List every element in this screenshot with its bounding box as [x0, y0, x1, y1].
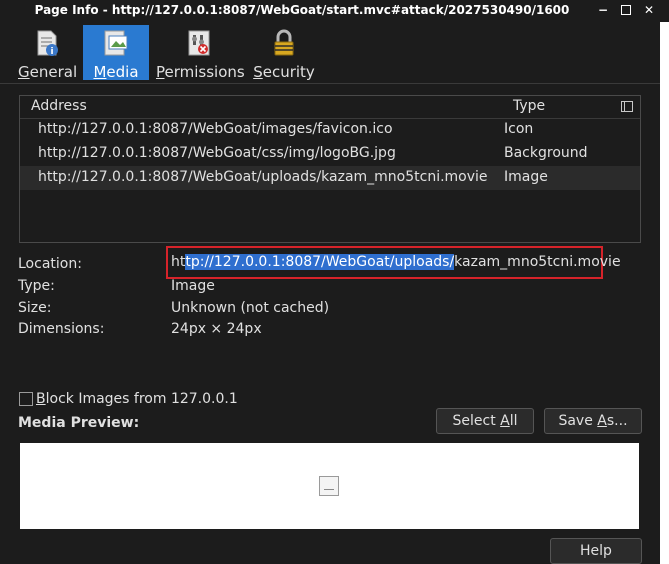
type-value: Image	[171, 278, 215, 294]
tab-bar: i General Media Permissions Security	[0, 22, 660, 82]
tab-media-label: edia	[106, 63, 139, 81]
size-label: Size:	[18, 300, 52, 316]
type-column-header[interactable]: Type	[513, 98, 545, 114]
row-type: Image	[504, 169, 548, 185]
dimensions-value: 24px × 24px	[171, 321, 262, 337]
dimensions-label: Dimensions:	[18, 321, 105, 337]
media-list-row[interactable]: http://127.0.0.1:8087/WebGoat/css/img/lo…	[20, 142, 640, 166]
size-value: Unknown (not cached)	[171, 300, 330, 316]
row-address: http://127.0.0.1:8087/WebGoat/uploads/ka…	[38, 169, 488, 185]
window-titlebar: Page Info - http://127.0.0.1:8087/WebGoa…	[0, 0, 669, 22]
column-picker-icon[interactable]	[621, 101, 633, 112]
help-button[interactable]: Help	[550, 538, 642, 564]
close-button[interactable]: ✕	[642, 3, 656, 17]
tab-security[interactable]: Security	[253, 25, 315, 81]
select-all-button[interactable]: Select All	[436, 408, 534, 434]
tab-general[interactable]: i General	[18, 25, 78, 81]
media-list[interactable]: Address Type http://127.0.0.1:8087/WebGo…	[19, 95, 641, 243]
media-list-row-selected[interactable]: http://127.0.0.1:8087/WebGoat/uploads/ka…	[20, 166, 640, 190]
tab-general-label: eneral	[29, 63, 78, 81]
location-selected-text: tp://127.0.0.1:8087/WebGoat/uploads/	[185, 254, 455, 270]
maximize-icon	[621, 5, 631, 15]
media-icon	[104, 30, 128, 56]
location-label: Location:	[18, 256, 82, 272]
tab-permissions-mnemonic: P	[156, 63, 165, 81]
tab-general-mnemonic: G	[18, 63, 30, 81]
window-title: Page Info - http://127.0.0.1:8087/WebGoa…	[34, 3, 570, 17]
maximize-button[interactable]	[619, 3, 633, 17]
general-icon: i	[37, 30, 58, 57]
security-lock-icon	[274, 29, 294, 56]
address-column-header[interactable]: Address	[31, 98, 87, 114]
svg-text:i: i	[50, 47, 53, 57]
block-images-label[interactable]: Block Images from 127.0.0.1	[36, 391, 238, 407]
media-list-row[interactable]: http://127.0.0.1:8087/WebGoat/images/fav…	[20, 118, 640, 142]
block-images-checkbox[interactable]	[19, 392, 33, 406]
media-preview-pane	[20, 443, 639, 529]
media-list-header: Address Type	[20, 96, 640, 119]
background-window-edge	[660, 22, 669, 564]
media-preview-label: Media Preview:	[18, 415, 140, 431]
tab-media-mnemonic: M	[93, 63, 107, 81]
permissions-icon	[188, 30, 210, 56]
tab-security-mnemonic: S	[253, 63, 263, 81]
location-value[interactable]: http://127.0.0.1:8087/WebGoat/uploads/ka…	[171, 254, 621, 270]
tab-permissions[interactable]: Permissions	[156, 25, 245, 81]
row-address: http://127.0.0.1:8087/WebGoat/images/fav…	[38, 121, 393, 137]
tab-permissions-label: ermissions	[164, 63, 245, 81]
tab-media[interactable]: Media	[83, 25, 149, 81]
minimize-button[interactable]: −	[596, 3, 610, 17]
broken-image-icon	[319, 476, 339, 496]
type-label: Type:	[18, 278, 55, 294]
tab-security-label: ecurity	[262, 63, 315, 81]
row-address: http://127.0.0.1:8087/WebGoat/css/img/lo…	[38, 145, 396, 161]
tab-separator	[0, 83, 660, 84]
row-type: Icon	[504, 121, 534, 137]
row-type: Background	[504, 145, 588, 161]
save-as-button[interactable]: Save As...	[544, 408, 642, 434]
